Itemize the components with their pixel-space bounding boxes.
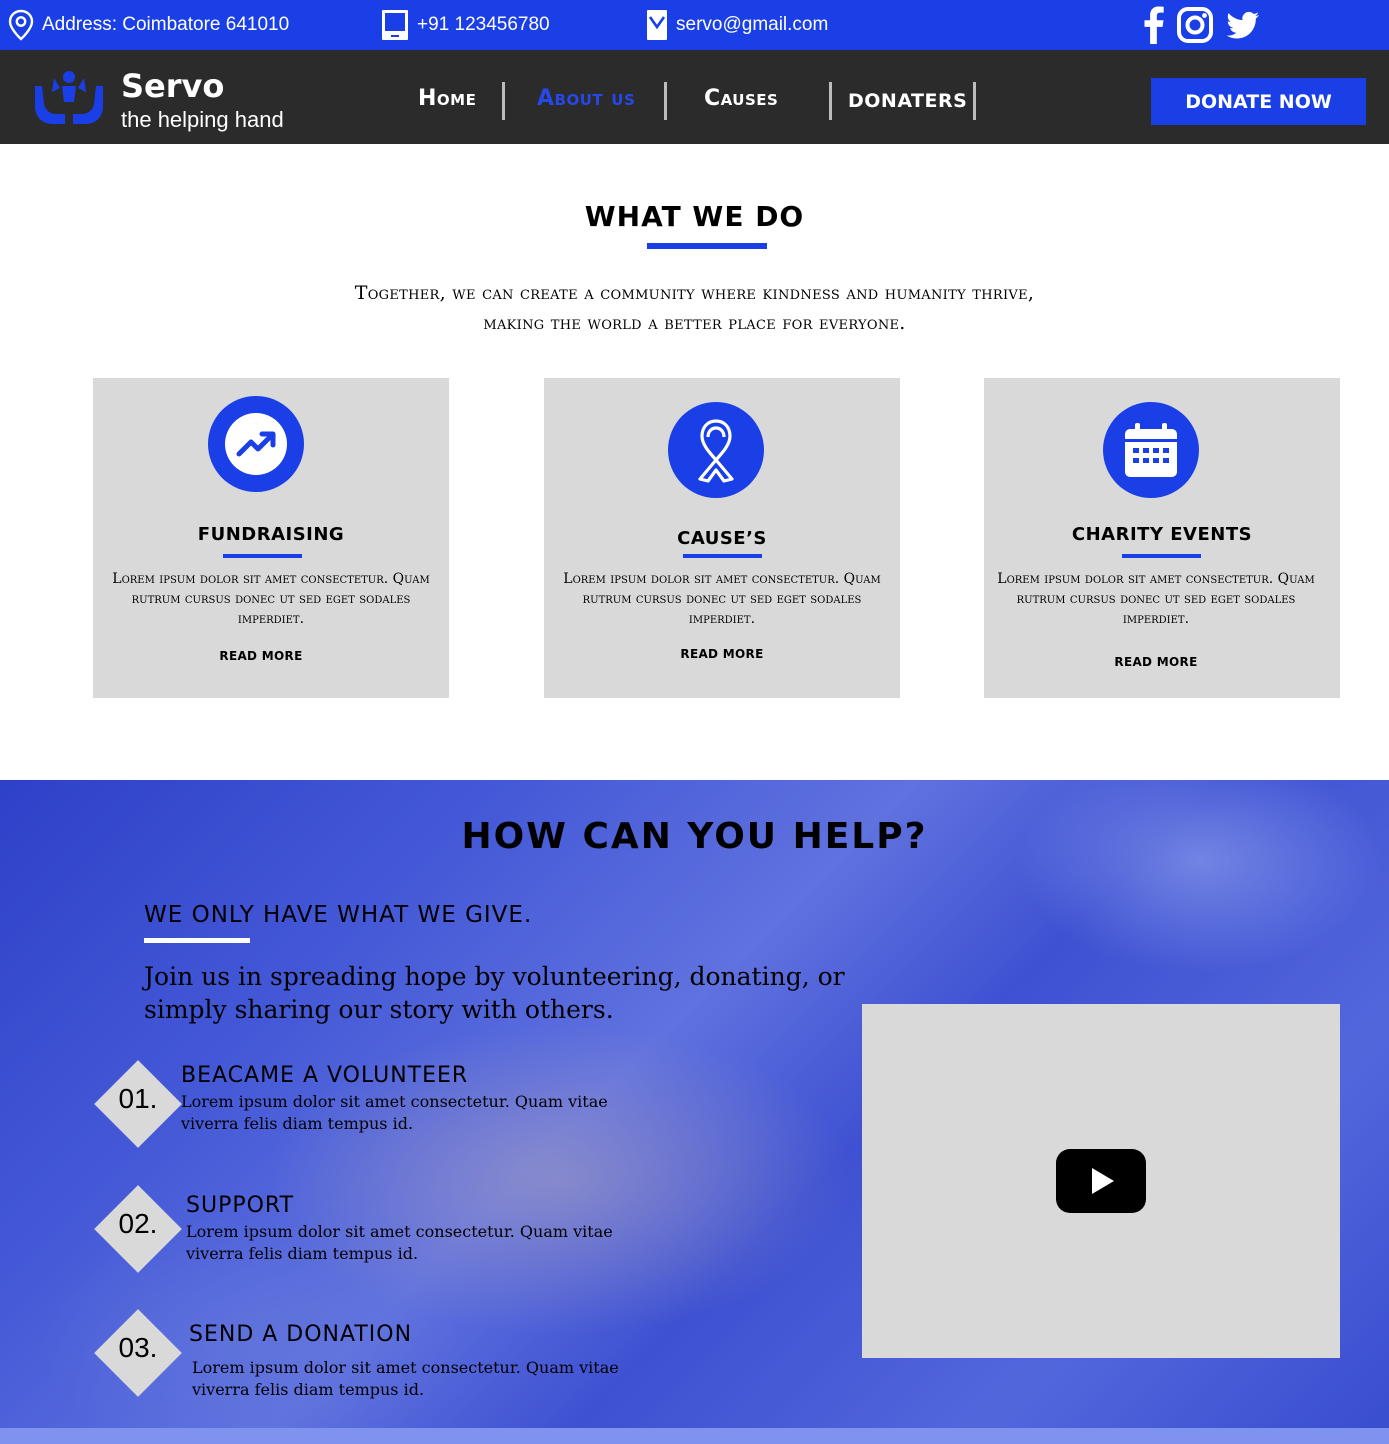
email-text[interactable]: servo@gmail.com [676,14,828,36]
step-title: SEND A DONATION [189,1322,413,1347]
causes-card[interactable]: CAUSE’S Lorem ipsum dolor sit amet conse… [544,378,900,698]
how-can-you-help-section: HOW CAN YOU HELP? WE ONLY HAVE WHAT WE G… [0,780,1389,1428]
nav-home-link[interactable]: Home [418,86,476,111]
help-paragraph: Join us in spreading hope by volunteerin… [144,962,845,1024]
nav-divider [502,82,505,120]
help-title: HOW CAN YOU HELP? [461,816,928,857]
step-text: Lorem ipsum dolor sit amet consectetur. … [186,1222,613,1263]
nav-divider [829,82,832,120]
mail-icon [647,10,667,40]
card-title: CAUSE’S [677,528,767,549]
nav-causes-link[interactable]: Causes [704,86,778,111]
ribbon-icon [668,402,764,498]
brand-tagline: the helping hand [121,107,284,132]
read-more-link[interactable]: READ MORE [83,649,439,663]
location-pin-icon [8,9,34,41]
video-player[interactable] [862,1004,1340,1358]
footer-strip [0,1428,1389,1444]
nav-divider [973,82,976,120]
card-title-underline [223,554,302,558]
helping-hand-logo-icon[interactable] [32,68,106,126]
phone-text[interactable]: +91 123456780 [417,14,550,36]
card-description: Lorem ipsum dolor sit amet consectetur. … [112,571,430,627]
charity-events-card[interactable]: CHARITY EVENTS Lorem ipsum dolor sit ame… [984,378,1340,698]
step-text: Lorem ipsum dolor sit amet consectetur. … [192,1358,619,1399]
brand-name[interactable]: Servo [121,70,224,102]
address-info: Address: Coimbatore 641010 [8,0,289,50]
title-underline [647,243,767,249]
step-number: 03. [118,1332,158,1363]
step-title: BEACAME A VOLUNTEER [181,1063,469,1088]
what-we-do-subtitle: Together, we can create a community wher… [0,278,1389,338]
facebook-icon[interactable] [1142,6,1166,44]
top-info-bar: Address: Coimbatore 641010 +91 123456780… [0,0,1389,50]
help-subtitle: WE ONLY HAVE WHAT WE GIVE. [144,902,533,928]
fundraising-card[interactable]: FUNDRAISING Lorem ipsum dolor sit amet c… [93,378,449,698]
phone-info: +91 123456780 [381,0,550,50]
read-more-link[interactable]: READ MORE [978,655,1334,669]
read-more-link[interactable]: READ MORE [544,647,900,661]
card-description: Lorem ipsum dolor sit amet consectetur. … [563,571,881,627]
step-title: SUPPORT [186,1193,295,1218]
donate-now-button[interactable]: DONATE NOW [1151,78,1366,125]
card-title: CHARITY EVENTS [1071,524,1253,545]
step-number: 02. [118,1208,158,1239]
subtitle-line-2: making the world a better place for ever… [483,312,906,334]
instagram-icon[interactable] [1177,6,1213,44]
card-title-underline [683,554,762,558]
phone-icon [382,10,408,40]
what-we-do-title: WHAT WE DO [584,200,805,233]
step-text: Lorem ipsum dolor sit amet consectetur. … [181,1092,608,1133]
nav-divider [664,82,667,120]
card-description: Lorem ipsum dolor sit amet consectetur. … [997,571,1315,627]
address-text: Address: Coimbatore 641010 [42,14,290,35]
nav-donaters-link[interactable]: DONATERS [848,90,967,112]
email-info: servo@gmail.com [646,0,828,50]
card-title: FUNDRAISING [197,524,345,545]
card-title-underline [1122,554,1201,558]
subtitle-line-1: Together, we can create a community wher… [354,282,1035,304]
nav-about-link[interactable]: About us [537,86,635,111]
twitter-icon[interactable] [1226,6,1260,44]
calendar-icon [1103,402,1199,498]
help-subtitle-underline [144,938,250,943]
trending-up-icon [208,396,304,492]
step-number: 01. [118,1083,158,1114]
youtube-play-icon[interactable] [1056,1149,1146,1213]
